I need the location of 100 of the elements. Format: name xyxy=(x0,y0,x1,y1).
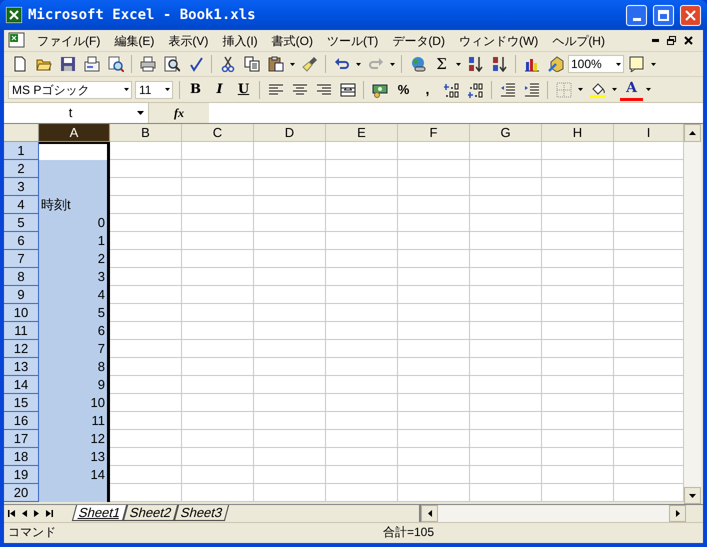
dropdown-arrow-icon[interactable] xyxy=(646,88,651,91)
autosum-button[interactable]: Σ xyxy=(430,53,453,75)
menu-item[interactable]: ウィンドウ(W) xyxy=(452,32,546,50)
column-header[interactable]: C xyxy=(182,124,254,142)
font-size-dropdown[interactable]: 11 xyxy=(135,80,173,98)
dropdown-arrow-icon[interactable] xyxy=(612,88,617,91)
last-sheet-icon[interactable] xyxy=(46,510,53,517)
table-cell[interactable] xyxy=(39,160,110,178)
close-button[interactable] xyxy=(680,4,701,26)
row-header[interactable]: 9 xyxy=(4,286,39,304)
restore-icon[interactable] xyxy=(667,36,676,45)
insert-function-button[interactable]: fx xyxy=(149,102,209,122)
row-header[interactable]: 7 xyxy=(4,250,39,268)
table-cell[interactable]: 2 xyxy=(39,250,110,268)
dropdown-arrow-icon[interactable] xyxy=(124,88,129,91)
row-header[interactable]: 4 xyxy=(4,196,39,214)
table-cell[interactable] xyxy=(39,484,110,502)
horizontal-scrollbar[interactable] xyxy=(419,505,686,522)
table-cell[interactable]: 9 xyxy=(39,376,110,394)
table-cell[interactable]: 7 xyxy=(39,340,110,358)
dropdown-arrow-icon[interactable] xyxy=(616,62,621,66)
minimize-icon[interactable] xyxy=(652,39,659,42)
row-header[interactable]: 5 xyxy=(4,214,39,232)
underline-button[interactable]: U xyxy=(232,78,255,100)
column-header[interactable]: H xyxy=(542,124,614,142)
row-header[interactable]: 13 xyxy=(4,358,39,376)
table-cell[interactable]: 0 xyxy=(39,214,110,232)
italic-button[interactable]: I xyxy=(208,78,231,100)
row-header[interactable]: 17 xyxy=(4,430,39,448)
workbook-icon[interactable] xyxy=(8,32,26,49)
row-header[interactable]: 16 xyxy=(4,412,39,430)
row-header[interactable]: 12 xyxy=(4,340,39,358)
table-cell[interactable]: 5 xyxy=(39,304,110,322)
table-cell[interactable]: 4 xyxy=(39,286,110,304)
table-cell[interactable]: 8 xyxy=(39,358,110,376)
column-header[interactable]: F xyxy=(398,124,470,142)
zoom-dropdown[interactable]: 100% xyxy=(568,55,624,73)
table-cell[interactable]: 11 xyxy=(39,412,110,430)
scroll-right-icon[interactable] xyxy=(676,510,680,517)
maximize-button[interactable] xyxy=(653,4,674,26)
row-header[interactable]: 6 xyxy=(4,232,39,250)
scroll-up-icon[interactable] xyxy=(689,131,696,135)
percent-button[interactable]: % xyxy=(392,78,415,100)
sheet-tab[interactable]: Sheet3 xyxy=(174,505,230,521)
next-sheet-icon[interactable] xyxy=(34,510,39,517)
previous-sheet-icon[interactable] xyxy=(22,510,27,517)
table-cell[interactable]: 14 xyxy=(39,466,110,484)
menu-item[interactable]: 書式(O) xyxy=(264,32,320,50)
table-cell[interactable]: 3 xyxy=(39,268,110,286)
select-all-corner[interactable] xyxy=(4,124,39,142)
menu-item[interactable]: 表示(V) xyxy=(161,32,216,50)
minimize-button[interactable] xyxy=(626,4,647,26)
vertical-scrollbar[interactable] xyxy=(684,124,701,504)
column-header[interactable]: E xyxy=(326,124,398,142)
sheet-tab[interactable]: Sheet1 xyxy=(72,505,128,521)
table-cell[interactable]: 12 xyxy=(39,430,110,448)
column-header[interactable]: G xyxy=(470,124,542,142)
close-icon[interactable] xyxy=(684,36,693,45)
dropdown-arrow-icon[interactable] xyxy=(290,62,295,66)
row-header[interactable]: 20 xyxy=(4,484,39,502)
row-header[interactable]: 10 xyxy=(4,304,39,322)
first-sheet-icon[interactable] xyxy=(8,510,15,517)
row-header[interactable]: 15 xyxy=(4,394,39,412)
scroll-left-icon[interactable] xyxy=(428,510,432,517)
column-header[interactable]: A xyxy=(39,124,110,142)
dropdown-arrow-icon[interactable] xyxy=(356,62,361,66)
row-header[interactable]: 11 xyxy=(4,322,39,340)
menu-item[interactable]: ファイル(F) xyxy=(30,32,108,50)
table-cell[interactable]: 時刻t xyxy=(39,196,110,214)
column-header[interactable]: D xyxy=(254,124,326,142)
font-dropdown[interactable]: MS Pゴシック xyxy=(8,80,132,98)
row-header[interactable]: 19 xyxy=(4,466,39,484)
dropdown-arrow-icon[interactable] xyxy=(165,88,170,91)
sheet-tab[interactable]: Sheet2 xyxy=(123,505,179,521)
name-box[interactable]: t xyxy=(4,102,149,122)
menu-item[interactable]: ヘルプ(H) xyxy=(545,32,612,50)
dropdown-arrow-icon[interactable] xyxy=(390,62,395,66)
table-cell[interactable]: 6 xyxy=(39,322,110,340)
menu-item[interactable]: データ(D) xyxy=(385,32,452,50)
comma-button[interactable]: , xyxy=(416,78,439,100)
menu-item[interactable]: 編集(E) xyxy=(107,32,162,50)
menu-item[interactable]: ツール(T) xyxy=(320,32,386,50)
dropdown-arrow-icon[interactable] xyxy=(456,62,461,66)
row-header[interactable]: 14 xyxy=(4,376,39,394)
active-cell[interactable] xyxy=(39,142,110,160)
row-header[interactable]: 8 xyxy=(4,268,39,286)
scroll-down-icon[interactable] xyxy=(689,494,696,498)
bold-button[interactable]: B xyxy=(184,78,207,100)
row-header[interactable]: 1 xyxy=(4,142,39,160)
table-cell[interactable]: 1 xyxy=(39,232,110,250)
menu-item[interactable]: 挿入(I) xyxy=(215,32,265,50)
column-header[interactable]: I xyxy=(614,124,684,142)
row-header[interactable]: 18 xyxy=(4,448,39,466)
column-header[interactable]: B xyxy=(110,124,182,142)
dropdown-arrow-icon[interactable] xyxy=(578,88,583,91)
dropdown-arrow-icon[interactable] xyxy=(651,62,656,66)
table-cell[interactable]: 10 xyxy=(39,394,110,412)
row-header[interactable]: 3 xyxy=(4,178,39,196)
table-cell[interactable]: 13 xyxy=(39,448,110,466)
row-header[interactable]: 2 xyxy=(4,160,39,178)
